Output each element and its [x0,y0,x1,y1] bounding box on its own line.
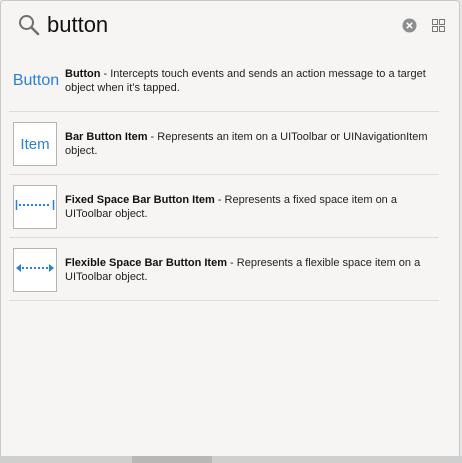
list-item-bar-button-item[interactable]: Item Bar Button Item - Represents an ite… [1,112,461,175]
search-bar [1,1,461,51]
list-item-flexible-space[interactable]: Flexible Space Bar Button Item - Represe… [1,238,461,301]
divider [9,300,439,301]
clear-search-icon[interactable] [402,18,417,33]
item-title: Button [65,68,101,80]
button-thumbnail-label: Button [12,72,60,89]
item-description: Bar Button Item - Represents an item on … [65,130,435,158]
item-separator: - [226,257,237,269]
grid-view-icon[interactable] [432,19,445,32]
item-separator: - [214,194,225,206]
search-input[interactable] [47,10,377,40]
item-separator: - [147,131,158,143]
flexible-space-icon [15,261,55,280]
fixed-space-thumbnail [13,185,57,229]
object-library-panel: Button Button - Intercepts touch events … [0,0,460,460]
button-thumbnail: Button [11,59,61,103]
fixed-space-icon [15,198,55,217]
list-item-fixed-space[interactable]: Fixed Space Bar Button Item - Represents… [1,175,461,238]
item-title: Bar Button Item [65,131,148,143]
item-description: Flexible Space Bar Button Item - Represe… [65,256,435,284]
bar-button-item-thumbnail-label: Item [20,135,50,153]
item-separator: - [100,68,111,80]
list-item-button[interactable]: Button Button - Intercepts touch events … [1,49,461,112]
bar-button-item-thumbnail: Item [13,122,57,166]
search-icon [17,13,41,37]
item-title: Fixed Space Bar Button Item [65,194,215,206]
bottom-scroll-edge [0,456,462,463]
item-text: Intercepts touch events and sends an act… [65,68,426,94]
object-list: Button Button - Intercepts touch events … [1,49,461,301]
item-description: Button - Intercepts touch events and sen… [65,67,435,95]
item-title: Flexible Space Bar Button Item [65,257,227,269]
item-description: Fixed Space Bar Button Item - Represents… [65,193,435,221]
flexible-space-thumbnail [13,248,57,292]
